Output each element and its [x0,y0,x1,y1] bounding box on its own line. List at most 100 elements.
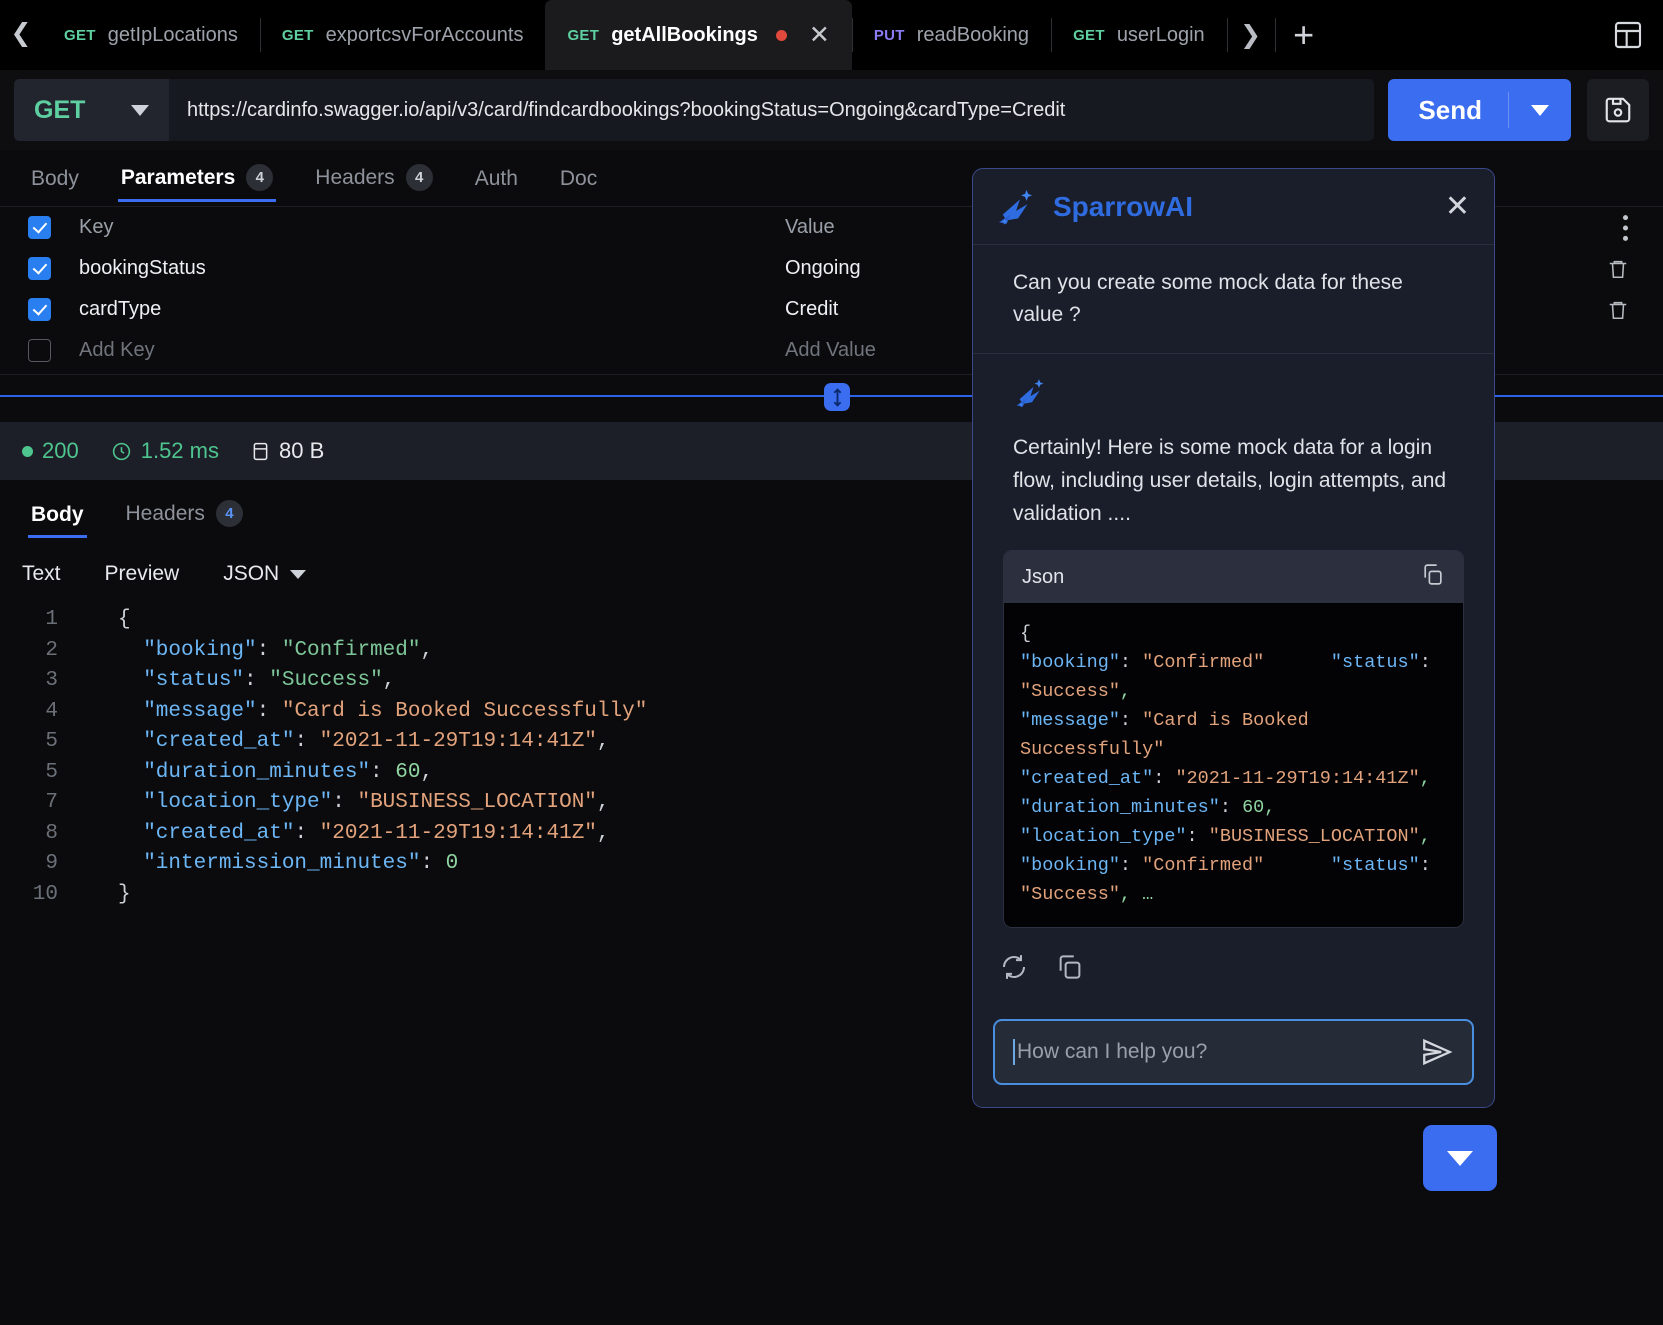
tabbar-spacer [1333,0,1593,70]
line-number: 10 [32,882,58,906]
response-size: 80 B [278,438,325,463]
close-tab-icon[interactable]: ✕ [809,22,830,48]
chevron-down-icon [131,104,149,116]
url-input[interactable]: https://cardinfo.swagger.io/api/v3/card/… [169,79,1375,141]
save-disk-icon [1605,97,1631,123]
line-number: 9 [45,852,58,875]
row-checkbox[interactable] [28,339,51,362]
line-number: 4 [45,699,58,723]
tab-title: getAllBookings [611,23,758,46]
request-tab-userLogin[interactable]: GET userLogin [1051,0,1227,70]
copy-code-button[interactable] [1420,562,1445,592]
sparrow-ai-title: SparrowAI [1053,190,1194,222]
select-all-checkbox[interactable] [28,216,51,239]
trash-icon[interactable] [1607,257,1629,281]
tab-label: Headers [125,501,205,525]
line-content: "created_at": "2021-11-29T19:14:41Z", [118,730,610,753]
scroll-down-button[interactable] [1423,1125,1497,1191]
tab-doc[interactable]: Doc [539,167,618,202]
ai-prompt-input-wrapper[interactable]: How can I help you? [993,1019,1474,1085]
copy-response-button[interactable] [1055,952,1085,987]
plus-icon[interactable]: + [1274,0,1333,70]
assistant-message: Certainly! Here is some mock data for a … [973,354,1494,530]
close-icon[interactable]: ✕ [1445,191,1470,222]
sparrow-bird-icon [998,189,1033,225]
http-method-select[interactable]: GET [14,79,169,141]
line-content: "message": "Card is Booked Successfully" [118,699,648,723]
send-button-label: Send [1418,94,1482,125]
response-time: 1.52 ms [140,438,219,463]
tab-auth[interactable]: Auth [454,167,539,202]
code-line: 8 "created_at": "2021-11-29T19:14:41Z", [0,819,1000,850]
chevron-right-icon[interactable]: ❯ [1226,0,1275,70]
param-key[interactable]: bookingStatus [79,257,785,280]
viewer-format-select[interactable]: JSON [201,562,328,586]
code-line: 2 "booking": "Confirmed", [0,636,1000,667]
tab-body[interactable]: Body [10,167,100,202]
tab-scroll-left-button[interactable]: ❮ [0,0,42,70]
code-block-content[interactable]: { "booking": "Confirmed" "status": "Succ… [1004,603,1463,927]
unsaved-indicator-dot [775,29,787,41]
chevron-down-icon [1531,104,1549,116]
copy-icon [1059,955,1081,979]
tab-method-label: GET [567,26,600,44]
panel-layout-icon[interactable] [1593,0,1663,70]
regenerate-icon [1003,955,1025,979]
tab-label: Body [31,167,79,190]
row-checkbox[interactable] [28,257,51,280]
param-key[interactable]: cardType [79,298,785,321]
viewer-tab-preview[interactable]: Preview [83,562,202,586]
ai-prompt-input[interactable]: How can I help you? [1017,1040,1420,1064]
tab-badge: 4 [215,500,243,527]
tab-method-label: GET [1073,26,1105,44]
line-content: "booking": "Confirmed", [118,638,434,662]
line-number: 3 [45,669,58,692]
response-body-code[interactable]: 1{2 "booking": "Confirmed", 3 "status": "… [0,605,1000,925]
tab-headers[interactable]: Headers 4 [294,164,453,202]
regenerate-button[interactable] [999,952,1029,987]
trash-icon[interactable] [1607,298,1629,322]
request-tab-getAllBookings[interactable]: GET getAllBookings ✕ [545,0,852,70]
code-language-label: Json [1022,565,1065,588]
save-request-button[interactable] [1587,79,1649,141]
tab-label: Body [31,503,84,526]
send-plane-icon [1423,1038,1453,1066]
status-code: 200 [42,438,79,463]
line-number: 5 [45,760,58,784]
user-message: Can you create some mock data for these … [973,245,1494,354]
tab-label: Doc [559,167,598,190]
tab-method-label: PUT [873,26,905,44]
line-content: "location_type": "BUSINESS_LOCATION", [118,791,610,814]
code-line: 5 "created_at": "2021-11-29T19:14:41Z", [0,727,1000,758]
viewer-tab-text[interactable]: Text [22,562,83,586]
line-content: "intermission_minutes": 0 [118,852,459,875]
send-prompt-button[interactable] [1420,1035,1454,1069]
tab-label: Headers [315,165,395,189]
code-line: 7 "location_type": "BUSINESS_LOCATION", [0,788,1000,819]
status-dot-icon [22,445,33,457]
response-tab-headers[interactable]: Headers 4 [105,500,264,538]
copy-icon [1424,564,1442,585]
line-content: { [118,608,131,631]
row-checkbox[interactable] [28,298,51,321]
tab-parameters[interactable]: Parameters 4 [100,164,294,202]
send-button[interactable]: Send [1388,79,1571,141]
sparrow-ai-conversation: Can you create some mock data for these … [973,245,1494,987]
url-bar: GET https://cardinfo.swagger.io/api/v3/c… [0,70,1663,150]
tab-label: Auth [474,167,518,190]
request-tab-readBooking[interactable]: PUT readBooking [851,0,1051,70]
row-actions [1543,298,1663,322]
response-time-group: 1.52 ms [111,438,219,464]
add-key-input[interactable]: Add Key [79,339,785,362]
request-tab-exportcsvForAccounts[interactable]: GET exportcsvForAccounts [259,0,546,70]
request-tab-getIpLocations[interactable]: GET getIpLocations [42,0,260,70]
more-vertical-icon[interactable] [1622,213,1629,243]
send-dropdown-button[interactable] [1509,104,1571,116]
database-icon [253,442,268,460]
code-line: 3 "status": "Success", [0,666,1000,697]
http-method-value: GET [34,95,86,124]
splitter-handle[interactable] [824,383,850,411]
response-tab-body[interactable]: Body [10,503,105,538]
column-header-key: Key [79,216,114,238]
line-content: "status": "Success", [118,669,396,692]
